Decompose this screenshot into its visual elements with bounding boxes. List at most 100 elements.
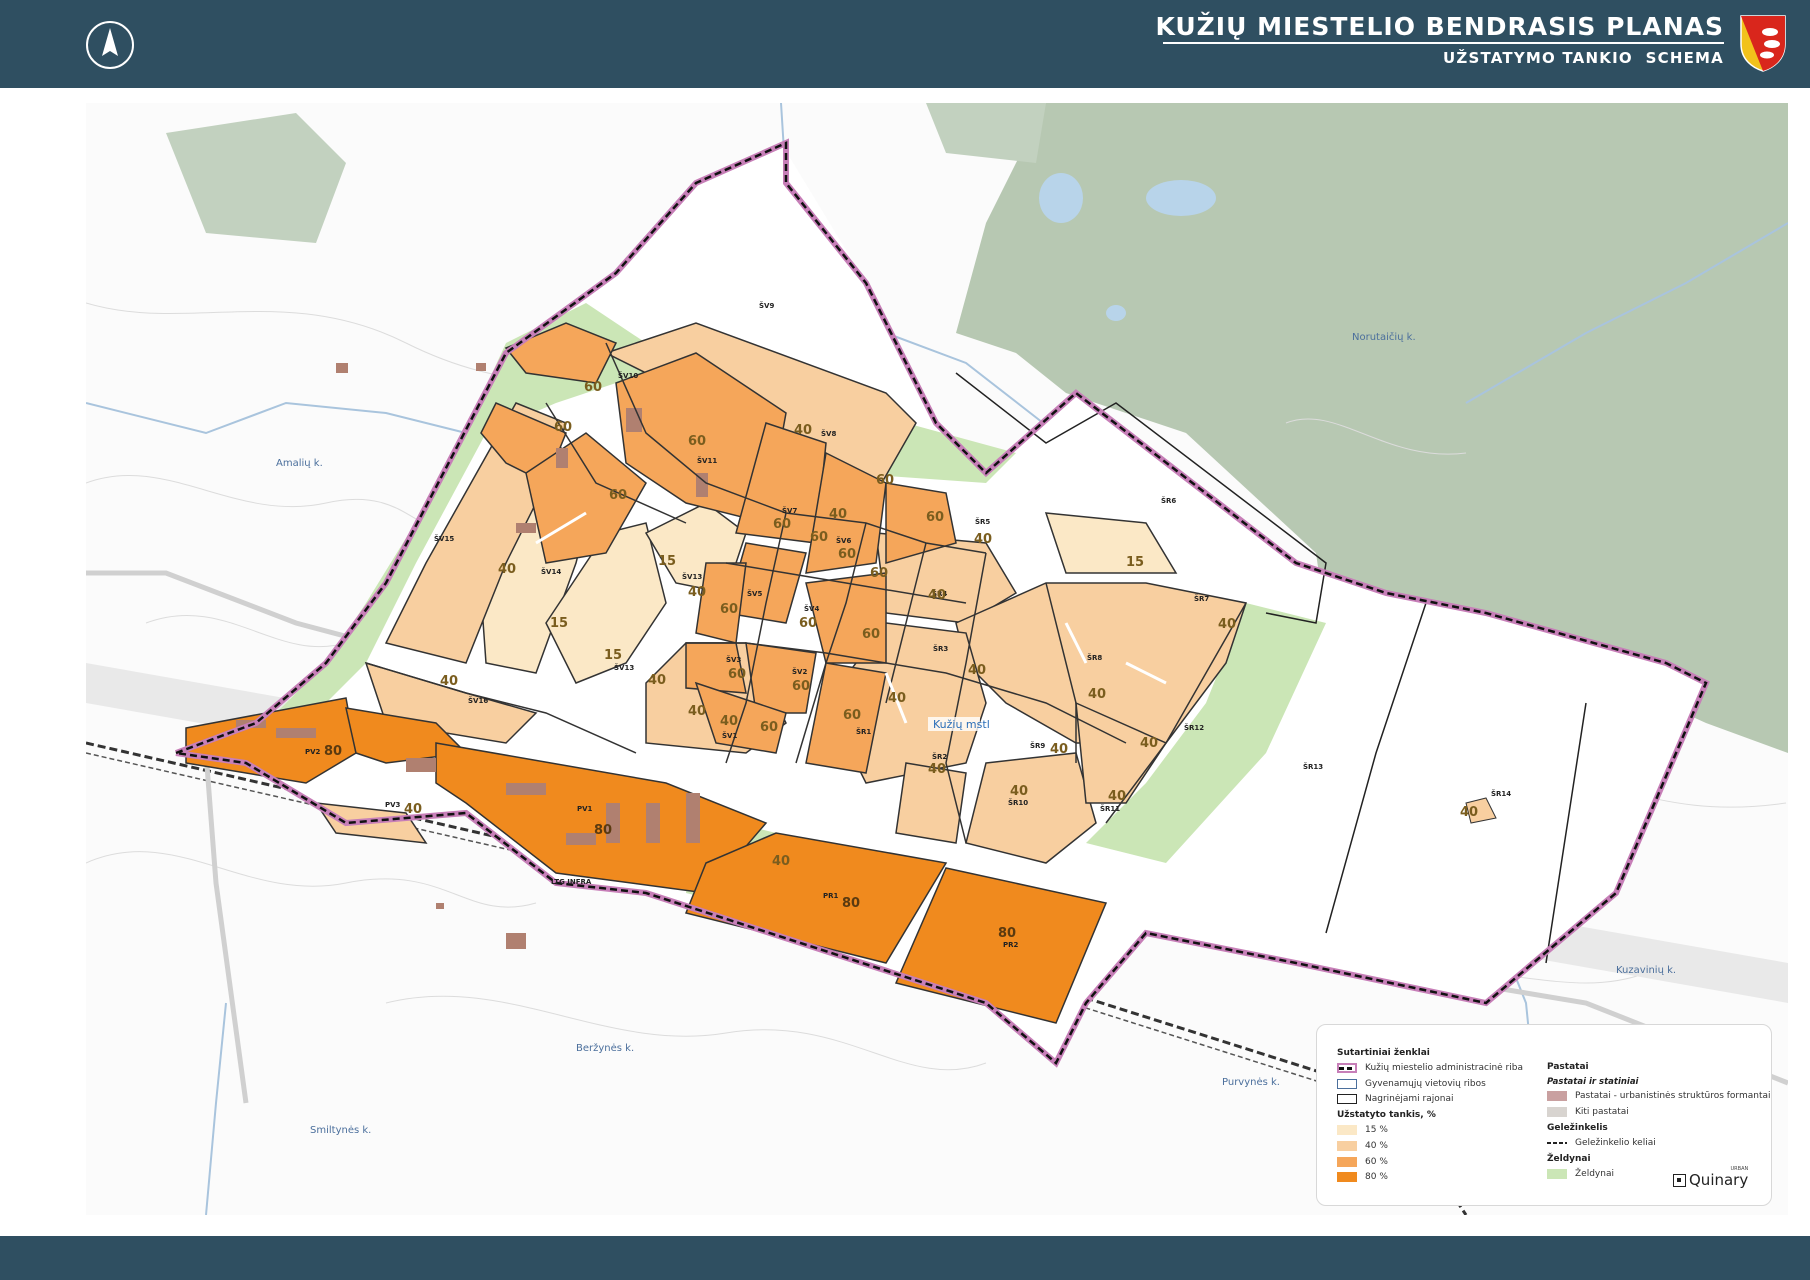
density-value: 40 — [928, 588, 946, 603]
legend-label: Gyvenamųjų vietovių ribos — [1365, 1079, 1486, 1089]
density-value: 15 — [550, 616, 568, 631]
zone-label: ŠV11 — [697, 456, 717, 465]
density-value: 15 — [1126, 555, 1144, 570]
zone-label: ŠV2 — [792, 667, 807, 676]
zone-label: ŠR13 — [1303, 762, 1323, 771]
zone-label: ŠV16 — [468, 696, 488, 705]
legend-item-districts: Nagrinėjami rajonai — [1337, 1094, 1454, 1104]
legend-item-settlement-boundary: Gyvenamųjų vietovių ribos — [1337, 1079, 1486, 1089]
zone-label: ŠV8 — [821, 429, 836, 438]
density-value: 40 — [829, 507, 847, 522]
zone-label: ŠV15 — [434, 534, 454, 543]
density-value: 40 — [440, 674, 458, 689]
density-value: 40 — [1088, 687, 1106, 702]
density-value: 80 — [594, 823, 612, 838]
density-value: 40 — [772, 854, 790, 869]
place-label: Norutaičių k. — [1352, 331, 1416, 343]
zone-label: PV2 — [305, 748, 321, 756]
zone-label: ŠV5 — [747, 589, 762, 598]
zone-label: ŠR11 — [1100, 804, 1120, 813]
footer-bar — [0, 1236, 1810, 1280]
other-building-swatch — [1547, 1107, 1567, 1117]
legend-label: Želdynai — [1575, 1169, 1614, 1179]
zone-label: PR2 — [1003, 941, 1019, 949]
density-value: 60 — [870, 566, 888, 581]
place-label: Kuzavinių k. — [1616, 965, 1676, 976]
density-value: 60 — [720, 602, 738, 617]
place-label: Purvynės k. — [1222, 1077, 1280, 1088]
zone-label: ŠV13 — [614, 663, 634, 672]
legend-buildings-title: Pastatai — [1547, 1062, 1589, 1072]
lake — [1106, 305, 1126, 321]
legend-density-title: Užstatyto tankis, % — [1337, 1110, 1436, 1120]
legend-label: Geležinkelio keliai — [1575, 1138, 1656, 1148]
legend-item-rail: Geležinkelio keliai — [1547, 1138, 1656, 1148]
legend-item-density-40: 40 % — [1337, 1141, 1388, 1151]
legend-green-title: Želdynai — [1547, 1154, 1591, 1164]
density-value: 40 — [688, 704, 706, 719]
density-value: 60 — [760, 720, 778, 735]
legend-item-admin-boundary: Kužių miestelio administracinė riba — [1337, 1063, 1523, 1073]
zone-label: ŠV4 — [804, 604, 819, 613]
density-value: 15 — [658, 554, 676, 569]
header-bar: KUŽIŲ MIESTELIO BENDRASIS PLANAS UŽSTATY… — [0, 0, 1810, 88]
zone-label: ŠV14 — [541, 567, 561, 576]
zone-label: ŠV13 — [682, 572, 702, 581]
density-value: 40 — [968, 663, 986, 678]
page-subtitle: UŽSTATYMO TANKIO SCHEMA — [1443, 49, 1724, 67]
zone-label: ŠR2 — [932, 752, 947, 761]
legend-item-green: Želdynai — [1547, 1169, 1614, 1179]
page-title: KUŽIŲ MIESTELIO BENDRASIS PLANAS — [1155, 12, 1724, 41]
density-value: 40 — [928, 762, 946, 777]
zone-label: ŠR14 — [1491, 789, 1511, 798]
zone-label: ŠR9 — [1030, 741, 1045, 750]
density-value: 40 — [688, 585, 706, 600]
legend-label: 60 % — [1365, 1157, 1388, 1167]
legend-item-density-15: 15 % — [1337, 1125, 1388, 1135]
coat-of-arms-icon — [1740, 15, 1786, 72]
density-value: 60 — [688, 434, 706, 449]
density-map[interactable]: Amalių k. Norutaičių k. Kuzavinių k. Ber… — [86, 103, 1788, 1215]
lake — [1039, 173, 1083, 223]
greenery-swatch — [1547, 1169, 1567, 1179]
quinary-logo-icon — [1673, 1173, 1686, 1187]
map-legend: Sutartiniai ženklai Kužių miestelio admi… — [1316, 1024, 1772, 1206]
legend-label: Pastatai - urbanistinės struktūros forma… — [1575, 1091, 1771, 1101]
legend-label: Nagrinėjami rajonai — [1365, 1094, 1454, 1104]
zone-label: ŠR8 — [1087, 653, 1102, 662]
density-value: 40 — [1140, 736, 1158, 751]
density-value: 40 — [404, 802, 422, 817]
density-value: 60 — [876, 473, 894, 488]
density-value: 60 — [838, 547, 856, 562]
legend-item-buildings-other: Kiti pastatai — [1547, 1107, 1629, 1117]
legend-label: 80 % — [1365, 1172, 1388, 1182]
legend-rail-title: Geležinkelis — [1547, 1123, 1608, 1133]
density-value: 60 — [792, 679, 810, 694]
density-value: 40 — [498, 562, 516, 577]
density-value: 60 — [773, 517, 791, 532]
density-80-swatch — [1337, 1172, 1357, 1182]
zone-label: ŠR5 — [975, 517, 990, 526]
density-value: 40 — [794, 423, 812, 438]
density-value: 60 — [609, 488, 627, 503]
place-label: Amalių k. — [276, 458, 323, 469]
district-swatch — [1337, 1094, 1357, 1104]
zone-label: ŠV9 — [759, 301, 774, 310]
rail-swatch — [1547, 1142, 1567, 1144]
density-value: 60 — [728, 667, 746, 682]
legend-title: Sutartiniai ženklai — [1337, 1048, 1430, 1058]
density-value: 60 — [926, 510, 944, 525]
density-value: 40 — [1460, 805, 1478, 820]
density-value: 60 — [843, 708, 861, 723]
legend-label: 15 % — [1365, 1125, 1388, 1135]
zone-label: ŠV1 — [722, 731, 737, 740]
urban-building-swatch — [1547, 1091, 1567, 1101]
zone-label: ŠR10 — [1008, 798, 1028, 807]
legend-item-buildings-urban: Pastatai - urbanistinės struktūros forma… — [1547, 1091, 1771, 1101]
zone-label: PR1 — [823, 892, 839, 900]
zone-label: ŠR7 — [1194, 594, 1209, 603]
quinary-logo: Quinary URBAN — [1673, 1166, 1748, 1189]
density-value: 15 — [604, 648, 622, 663]
density-value: 40 — [1108, 789, 1126, 804]
admin-boundary-swatch — [1337, 1063, 1357, 1073]
